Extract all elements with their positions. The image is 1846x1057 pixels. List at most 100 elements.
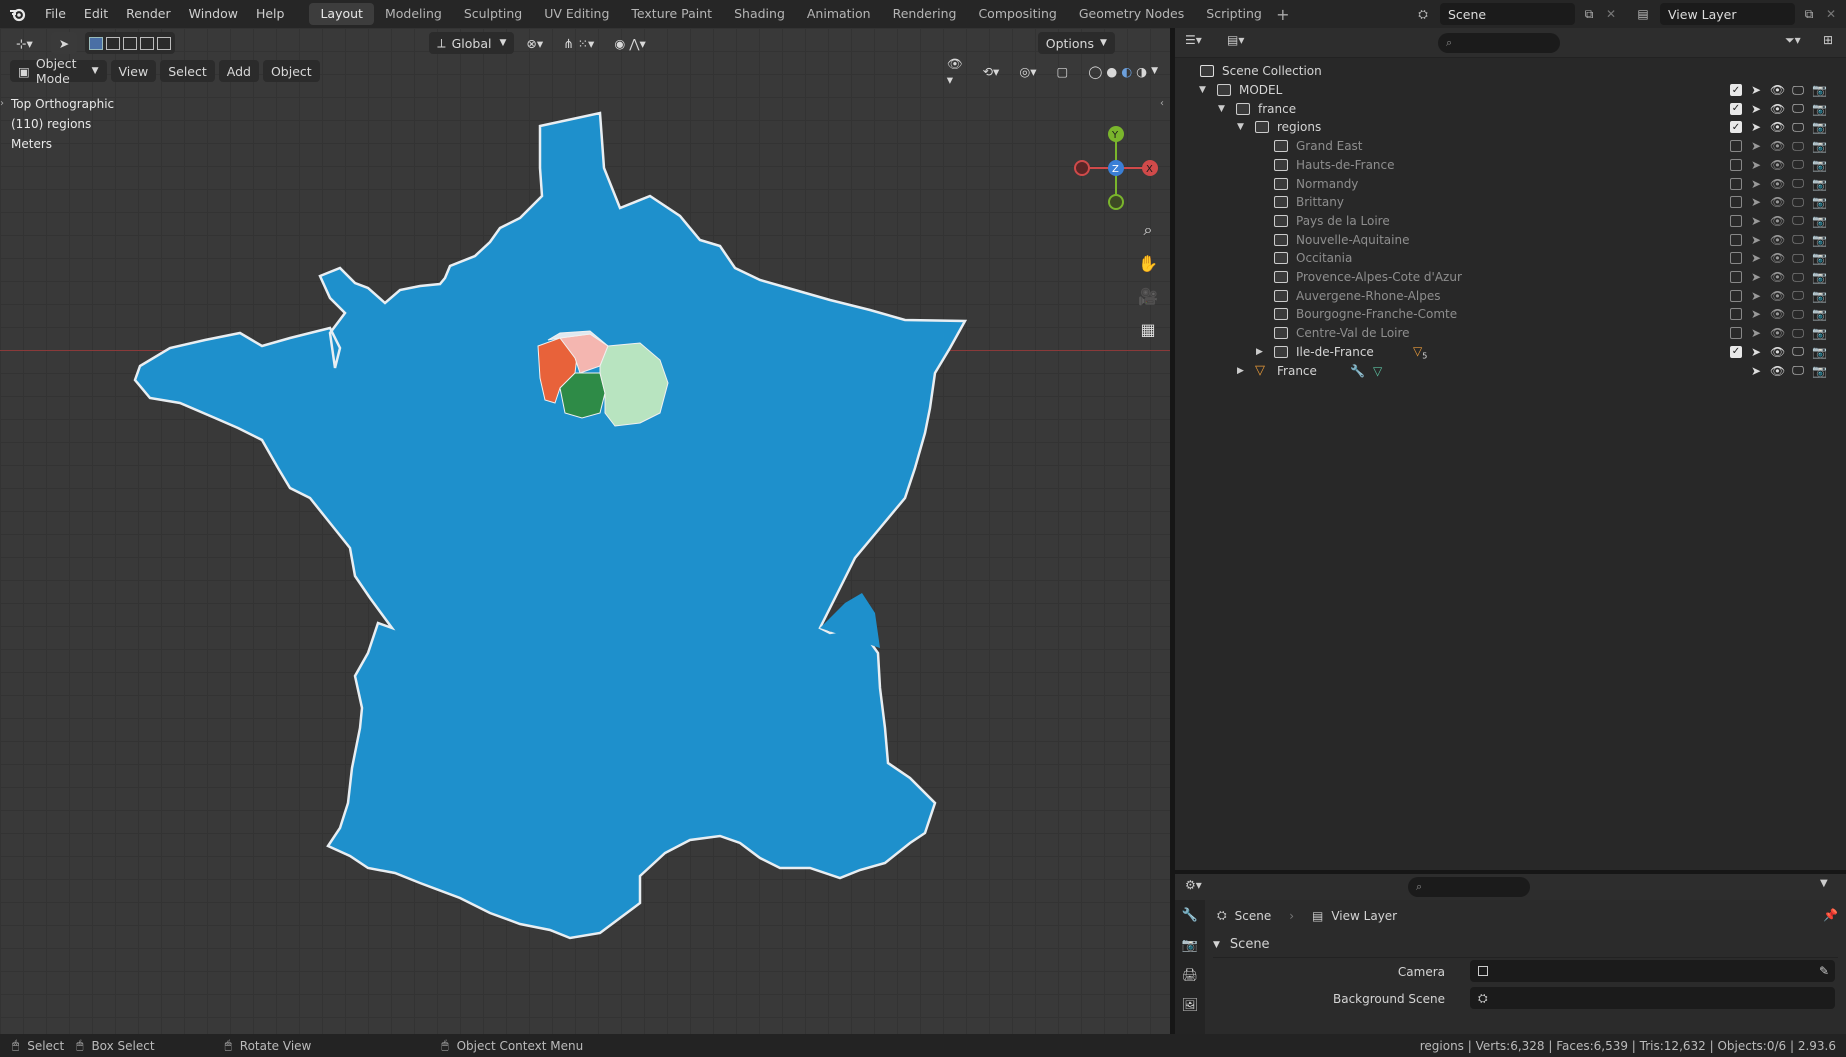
camera-icon[interactable]: 📷 bbox=[1812, 158, 1827, 172]
tab-compositing[interactable]: Compositing bbox=[967, 3, 1067, 25]
eye-icon[interactable]: 👁 bbox=[1770, 307, 1785, 321]
scene-name-field[interactable]: Scene bbox=[1440, 3, 1575, 25]
select-arrow-icon[interactable]: ➤ bbox=[1749, 102, 1763, 116]
eye-icon[interactable]: 👁 bbox=[1770, 83, 1785, 97]
exclude-checkbox[interactable] bbox=[1730, 158, 1742, 171]
expand-arrow-icon[interactable]: ▼ bbox=[1237, 122, 1244, 132]
blender-logo-icon[interactable] bbox=[0, 0, 36, 28]
tab-animation[interactable]: Animation bbox=[796, 3, 882, 25]
exclude-checkbox[interactable]: ✓ bbox=[1730, 121, 1742, 134]
scene-selector-icon[interactable]: ⛭ bbox=[1412, 3, 1434, 25]
monitor-icon[interactable]: 🖵 bbox=[1791, 232, 1805, 247]
grid-ortho-icon[interactable]: ▦ bbox=[1134, 315, 1162, 343]
exclude-checkbox[interactable] bbox=[1730, 140, 1742, 153]
camera-icon[interactable]: 📷 bbox=[1812, 307, 1827, 321]
monitor-icon[interactable]: 🖵 bbox=[1791, 344, 1805, 359]
camera-icon[interactable]: 📷 bbox=[1812, 102, 1827, 116]
collapse-arrow-icon[interactable]: ▶ bbox=[1237, 366, 1244, 376]
exclude-checkbox[interactable]: ✓ bbox=[1730, 345, 1742, 358]
camera-icon[interactable]: 📷 bbox=[1812, 326, 1827, 340]
chevron-down-icon[interactable]: ▼ bbox=[1820, 878, 1828, 889]
monitor-icon[interactable]: 🖵 bbox=[1791, 251, 1805, 266]
tab-scripting[interactable]: Scripting bbox=[1195, 3, 1273, 25]
display-mode-icon[interactable]: ▤▾ bbox=[1227, 33, 1244, 47]
camera-icon[interactable]: 📷 bbox=[1812, 195, 1827, 209]
properties-search-input[interactable]: ⌕ bbox=[1408, 877, 1530, 897]
delete-scene-icon[interactable]: ✕ bbox=[1600, 3, 1622, 25]
select-arrow-icon[interactable]: ➤ bbox=[1749, 139, 1763, 153]
select-arrow-icon[interactable]: ➤ bbox=[1749, 345, 1763, 359]
eye-icon[interactable]: 👁 bbox=[1770, 289, 1785, 303]
exclude-checkbox[interactable]: ✓ bbox=[1730, 102, 1742, 115]
eye-icon[interactable]: 👁 bbox=[1770, 233, 1785, 247]
expand-arrow-icon[interactable]: ▼ bbox=[1199, 85, 1206, 95]
exclude-checkbox[interactable] bbox=[1730, 233, 1742, 246]
select-arrow-icon[interactable]: ➤ bbox=[1749, 158, 1763, 172]
menu-window[interactable]: Window bbox=[180, 0, 247, 28]
view-layer-icon[interactable]: ▤ bbox=[1632, 3, 1654, 25]
eye-icon[interactable]: 👁 bbox=[1770, 251, 1785, 265]
tab-texture-paint[interactable]: Texture Paint bbox=[620, 3, 723, 25]
select-arrow-icon[interactable]: ➤ bbox=[1749, 251, 1763, 265]
eye-icon[interactable]: 👁 bbox=[1770, 214, 1785, 228]
properties-editor-type-icon[interactable]: ⚙▾ bbox=[1185, 878, 1202, 892]
monitor-icon[interactable]: 🖵 bbox=[1791, 176, 1805, 191]
menu-help[interactable]: Help bbox=[247, 0, 294, 28]
camera-icon[interactable]: 📷 bbox=[1812, 233, 1827, 247]
tool-tab-icon[interactable]: 🔧 bbox=[1175, 900, 1205, 930]
select-arrow-icon[interactable]: ➤ bbox=[1749, 364, 1763, 378]
menu-render[interactable]: Render bbox=[117, 0, 180, 28]
add-workspace-icon[interactable]: + bbox=[1273, 5, 1293, 24]
neg-y-axis-handle[interactable] bbox=[1108, 194, 1124, 210]
pan-hand-icon[interactable]: ✋ bbox=[1134, 249, 1162, 277]
eye-icon[interactable]: 👁 bbox=[1770, 102, 1785, 116]
monitor-icon[interactable]: 🖵 bbox=[1791, 363, 1805, 378]
camera-icon[interactable]: 📷 bbox=[1812, 120, 1827, 134]
monitor-icon[interactable]: 🖵 bbox=[1791, 120, 1805, 135]
france-map[interactable] bbox=[0, 28, 1170, 1034]
tab-geometry-nodes[interactable]: Geometry Nodes bbox=[1068, 3, 1195, 25]
menu-file[interactable]: File bbox=[36, 0, 75, 28]
delete-view-layer-icon[interactable]: ✕ bbox=[1820, 3, 1842, 25]
render-tab-icon[interactable]: 📷 bbox=[1175, 930, 1205, 960]
eye-icon[interactable]: 👁 bbox=[1770, 195, 1785, 209]
select-arrow-icon[interactable]: ➤ bbox=[1749, 83, 1763, 97]
monitor-icon[interactable]: 🖵 bbox=[1791, 326, 1805, 341]
eye-icon[interactable]: 👁 bbox=[1770, 345, 1785, 359]
exclude-checkbox[interactable] bbox=[1730, 252, 1742, 265]
exclude-checkbox[interactable] bbox=[1730, 289, 1742, 302]
tab-modeling[interactable]: Modeling bbox=[374, 3, 453, 25]
filter-icon[interactable]: ⏷▾ bbox=[1785, 33, 1801, 48]
zoom-icon[interactable]: ⌕ bbox=[1134, 216, 1162, 244]
exclude-checkbox[interactable] bbox=[1730, 196, 1742, 209]
toolbar-toggle-icon[interactable]: › bbox=[0, 98, 4, 109]
monitor-icon[interactable]: 🖵 bbox=[1791, 213, 1805, 228]
scene-panel-header[interactable]: ▼ Scene bbox=[1213, 932, 1838, 958]
3d-viewport[interactable]: ⊹▾ ➤ ⟂ Global ▼ ⊗▾ ⋔ ⁙▾ ◉ ⋀▾ Options ▼ ▣… bbox=[0, 28, 1170, 1034]
tab-shading[interactable]: Shading bbox=[723, 3, 796, 25]
camera-icon[interactable]: 📷 bbox=[1812, 214, 1827, 228]
select-arrow-icon[interactable]: ➤ bbox=[1749, 326, 1763, 340]
monitor-icon[interactable]: 🖵 bbox=[1791, 195, 1805, 210]
background-scene-field[interactable]: ⛭ bbox=[1470, 987, 1835, 1009]
eye-icon[interactable]: 👁 bbox=[1770, 139, 1785, 153]
monitor-icon[interactable]: 🖵 bbox=[1791, 288, 1805, 303]
exclude-checkbox[interactable] bbox=[1730, 177, 1742, 190]
camera-view-icon[interactable]: 🎥 bbox=[1134, 282, 1162, 310]
monitor-icon[interactable]: 🖵 bbox=[1791, 83, 1805, 98]
output-tab-icon[interactable]: 🖨 bbox=[1175, 960, 1205, 990]
camera-icon[interactable]: 📷 bbox=[1812, 270, 1827, 284]
exclude-checkbox[interactable] bbox=[1730, 308, 1742, 321]
france-mainland-shape[interactable] bbox=[133, 111, 968, 940]
select-arrow-icon[interactable]: ➤ bbox=[1749, 270, 1763, 284]
collapse-arrow-icon[interactable]: ▶ bbox=[1256, 347, 1263, 357]
expand-arrow-icon[interactable]: ▼ bbox=[1218, 104, 1225, 114]
select-arrow-icon[interactable]: ➤ bbox=[1749, 307, 1763, 321]
camera-icon[interactable]: 📷 bbox=[1812, 251, 1827, 265]
camera-icon[interactable]: 📷 bbox=[1812, 83, 1827, 97]
pin-icon[interactable]: 📌 bbox=[1823, 908, 1838, 922]
camera-icon[interactable]: 📷 bbox=[1812, 177, 1827, 191]
navigation-gizmo[interactable]: Y Z X bbox=[1066, 100, 1166, 220]
select-arrow-icon[interactable]: ➤ bbox=[1749, 177, 1763, 191]
camera-icon[interactable]: 📷 bbox=[1812, 364, 1827, 378]
